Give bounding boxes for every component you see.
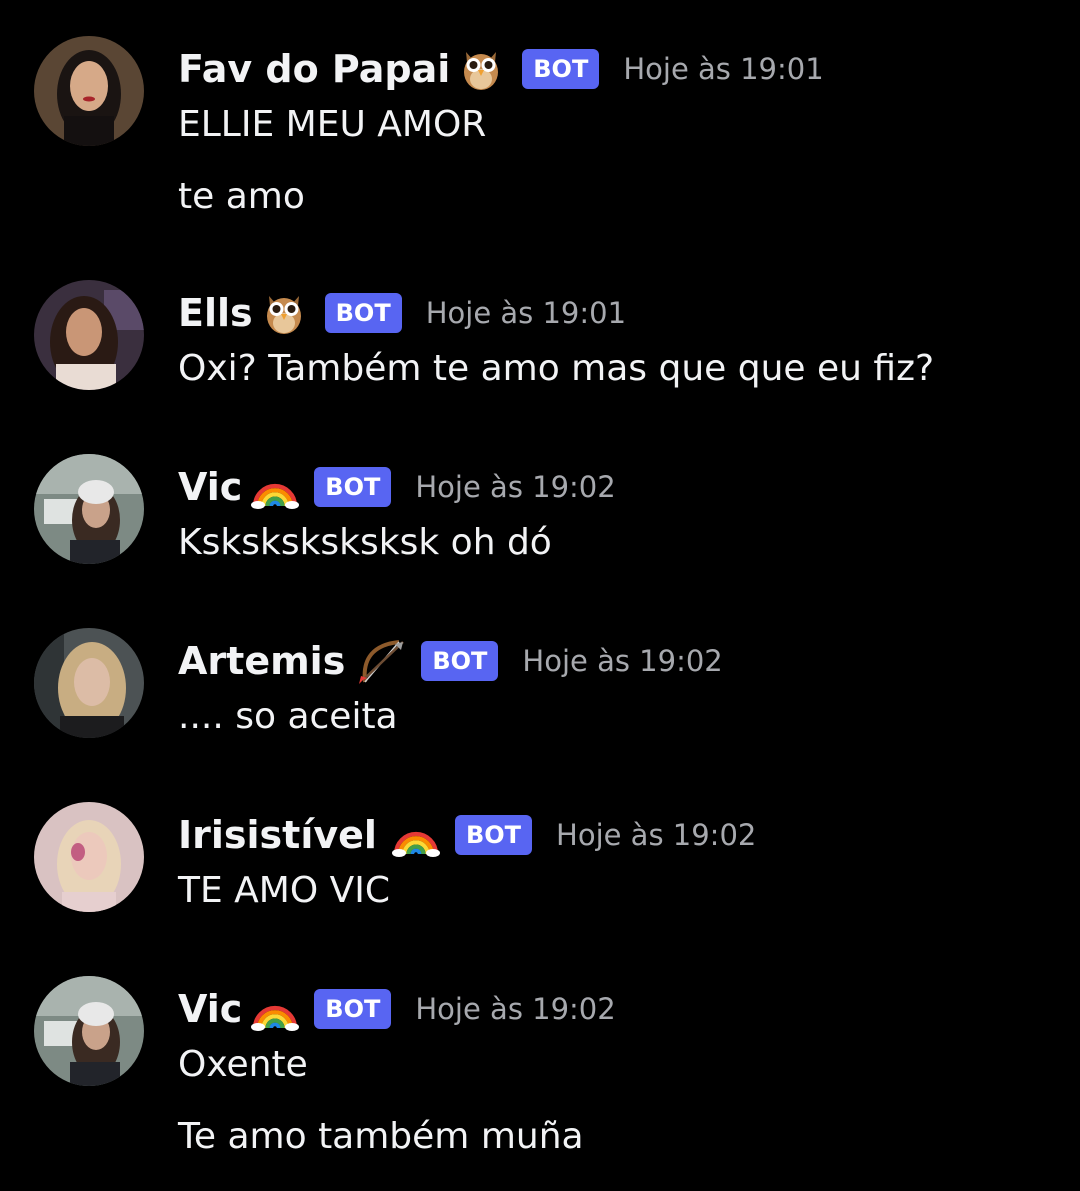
message-text: te amo	[178, 176, 305, 217]
message-header: Fav do Papai BOT Hoje às 19:01	[178, 44, 824, 94]
bot-badge: BOT	[454, 815, 533, 855]
author-name[interactable]: Fav do Papai	[178, 47, 450, 91]
timestamp[interactable]: Hoje às 19:01	[426, 296, 626, 330]
bot-badge: BOT	[314, 989, 392, 1029]
message-header: Vic BOT Hoje às 19:02	[178, 984, 616, 1034]
author-name[interactable]: Vic	[178, 987, 242, 1031]
message-header: Ells BOT Hoje às 19:01	[178, 288, 626, 338]
message-text: TE AMO VIC	[178, 870, 391, 911]
message-text: Oxi? Também te amo mas que que eu fiz?	[178, 348, 935, 389]
avatar[interactable]	[34, 454, 144, 564]
timestamp[interactable]: Hoje às 19:02	[415, 992, 615, 1026]
author-name[interactable]: Irisistível	[178, 813, 377, 857]
owl-icon	[458, 46, 504, 92]
bow-and-arrow-icon	[357, 638, 405, 684]
owl-icon	[261, 290, 307, 336]
bot-badge: BOT	[314, 467, 392, 507]
timestamp[interactable]: Hoje às 19:02	[556, 818, 756, 852]
message-text: Oxente	[178, 1044, 308, 1085]
avatar[interactable]	[34, 976, 144, 1086]
rainbow-icon	[391, 812, 440, 858]
bot-badge: BOT	[522, 49, 600, 89]
rainbow-icon	[250, 986, 300, 1032]
message-text: Te amo também muña	[178, 1116, 584, 1157]
message-text: ELLIE MEU AMOR	[178, 104, 487, 145]
message-text: .... so aceita	[178, 696, 398, 737]
message-header: Vic BOT Hoje às 19:02	[178, 462, 616, 512]
bot-badge: BOT	[324, 293, 402, 333]
author-name[interactable]: Vic	[178, 465, 242, 509]
timestamp[interactable]: Hoje às 19:02	[522, 644, 722, 678]
bot-badge: BOT	[421, 641, 499, 681]
timestamp[interactable]: Hoje às 19:02	[415, 470, 615, 504]
avatar[interactable]	[34, 802, 144, 912]
author-name[interactable]: Ells	[178, 291, 253, 335]
author-name[interactable]: Artemis	[178, 639, 345, 683]
message-header: Artemis BOT Hoje às 19:02	[178, 636, 723, 686]
timestamp[interactable]: Hoje às 19:01	[623, 52, 823, 86]
message-text: Ksksksksksksk oh dó	[178, 522, 552, 563]
message-header: Irisistível BOT Hoje às 19:02	[178, 810, 756, 860]
rainbow-icon	[250, 464, 300, 510]
avatar[interactable]	[34, 280, 144, 390]
avatar[interactable]	[34, 36, 144, 146]
avatar[interactable]	[34, 628, 144, 738]
